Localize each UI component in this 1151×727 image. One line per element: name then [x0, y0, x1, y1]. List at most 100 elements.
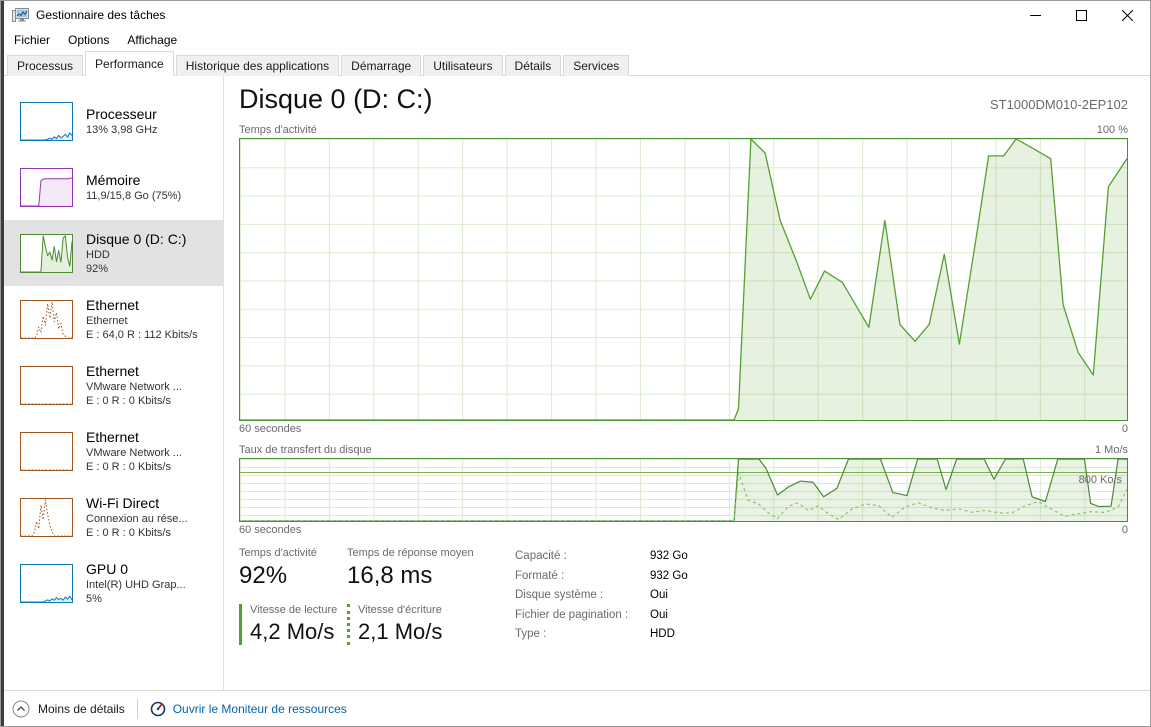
- sidebar-item-subtext: Intel(R) UHD Grap...: [86, 578, 186, 592]
- sidebar-item-memory[interactable]: Mémoire11,9/15,8 Go (75%): [1, 154, 223, 220]
- memory-sparkline: [20, 168, 73, 207]
- open-resource-monitor-label: Ouvrir le Moniteur de ressources: [173, 702, 347, 716]
- page-title: Disque 0 (D: C:): [239, 84, 433, 115]
- sidebar-item-text: GPU 0Intel(R) UHD Grap...5%: [86, 560, 186, 606]
- gpu0-sparkline: [20, 564, 73, 603]
- sidebar-item-disk0[interactable]: Disque 0 (D: C:)HDD92%: [1, 220, 223, 286]
- sidebar-item-subtext: 13% 3,98 GHz: [86, 123, 158, 137]
- sidebar-item-subtext: 11,9/15,8 Go (75%): [86, 189, 181, 203]
- transfer-chart-title: Taux de transfert du disque: [239, 444, 372, 456]
- disk-property-value: Oui: [650, 606, 688, 626]
- sidebar-item-text: EthernetEthernetE : 64,0 R : 112 Kbits/s: [86, 296, 198, 342]
- resource-monitor-icon: [150, 701, 166, 717]
- response-stat-value: 16,8 ms: [347, 562, 497, 590]
- sidebar-item-subtext: VMware Network ...: [86, 446, 182, 460]
- axis-right-label: 0: [1122, 423, 1128, 435]
- write-speed-label: Vitesse d'écriture: [358, 604, 497, 616]
- sidebar-item-title: Processeur: [86, 105, 158, 123]
- tab-historique-des-applications[interactable]: Historique des applications: [176, 55, 339, 76]
- disk-property-label: Capacité :: [515, 547, 650, 567]
- write-speed-value: 2,1 Mo/s: [358, 619, 497, 645]
- wifi-direct-sparkline: [20, 498, 73, 537]
- less-details-button[interactable]: Moins de détails: [12, 700, 125, 718]
- ethernet-3-sparkline: [20, 432, 73, 471]
- write-speed-stat: Vitesse d'écriture 2,1 Mo/s: [347, 604, 497, 645]
- disk-stats: Temps d'activité 92% Temps de réponse mo…: [239, 547, 1128, 645]
- ethernet-2-sparkline: [20, 366, 73, 405]
- close-button[interactable]: [1104, 1, 1150, 29]
- sidebar-item-text: Processeur13% 3,98 GHz: [86, 105, 158, 137]
- status-bar: Moins de détails Ouvrir le Moniteur de r…: [1, 690, 1150, 727]
- menu-item-affichage[interactable]: Affichage: [118, 31, 186, 49]
- disk-property-value: Oui: [650, 586, 688, 606]
- footer-divider: [137, 699, 138, 719]
- sidebar-item-title: Ethernet: [86, 362, 182, 380]
- tab-d-tails[interactable]: Détails: [505, 55, 562, 76]
- disk-property-label: Formaté :: [515, 567, 650, 587]
- tab-utilisateurs[interactable]: Utilisateurs: [423, 55, 502, 76]
- disk-property-label: Disque système :: [515, 586, 650, 606]
- sidebar-item-subtext: 92%: [86, 262, 186, 276]
- disk-property-value: HDD: [650, 625, 688, 645]
- title-bar: Gestionnaire des tâches: [1, 1, 1150, 29]
- sidebar-item-ethernet-3[interactable]: EthernetVMware Network ...E : 0 R : 0 Kb…: [1, 418, 223, 484]
- sidebar-item-subtext: Ethernet: [86, 314, 198, 328]
- sidebar-item-wifi-direct[interactable]: Wi-Fi DirectConnexion au rése...E : 0 R …: [1, 484, 223, 550]
- sidebar-item-text: Disque 0 (D: C:)HDD92%: [86, 230, 186, 276]
- maximize-button[interactable]: [1058, 1, 1104, 29]
- axis-right-label: 0: [1122, 524, 1128, 536]
- window-title: Gestionnaire des tâches: [36, 8, 165, 22]
- disk-property-label: Type :: [515, 625, 650, 645]
- sidebar-item-subtext: E : 0 R : 0 Kbits/s: [86, 460, 182, 474]
- sidebar-item-subtext: VMware Network ...: [86, 380, 182, 394]
- window-controls: [1012, 1, 1150, 29]
- task-manager-window: Gestionnaire des tâches FichierOptionsAf…: [0, 0, 1151, 727]
- sidebar-item-title: GPU 0: [86, 560, 186, 578]
- task-manager-icon: [12, 7, 29, 23]
- disk-transfer-chart: 800 Ko/s: [239, 458, 1128, 522]
- sidebar-item-ethernet-2[interactable]: EthernetVMware Network ...E : 0 R : 0 Kb…: [1, 352, 223, 418]
- sidebar-item-subtext: Connexion au rése...: [86, 512, 188, 526]
- read-speed-value: 4,2 Mo/s: [250, 619, 347, 645]
- tab-d-marrage[interactable]: Démarrage: [341, 55, 421, 76]
- activity-stat-label: Temps d'activité: [239, 547, 347, 559]
- performance-sidebar: Processeur13% 3,98 GHz Mémoire11,9/15,8 G…: [1, 76, 224, 690]
- response-stat-label: Temps de réponse moyen: [347, 547, 497, 559]
- less-details-label: Moins de détails: [38, 702, 125, 716]
- disk-property-value: 932 Go: [650, 567, 688, 587]
- tab-services[interactable]: Services: [563, 55, 629, 76]
- tab-strip: ProcessusPerformanceHistorique des appli…: [1, 51, 1150, 76]
- menu-item-options[interactable]: Options: [59, 31, 118, 49]
- sidebar-item-cpu[interactable]: Processeur13% 3,98 GHz: [1, 88, 223, 154]
- sidebar-item-subtext: 5%: [86, 592, 186, 606]
- response-stat: Temps de réponse moyen 16,8 ms: [347, 547, 497, 590]
- background-window-edge: [1, 1, 4, 726]
- transfer-chart-axis: 60 secondes 0: [239, 524, 1128, 536]
- disk0-sparkline: [20, 234, 73, 273]
- open-resource-monitor-link[interactable]: Ouvrir le Moniteur de ressources: [150, 701, 347, 717]
- disk-activity-chart: [239, 138, 1128, 421]
- transfer-chart-max: 1 Mo/s: [1095, 444, 1128, 456]
- disk-properties: Capacité :932 GoFormaté :932 GoDisque sy…: [515, 547, 688, 645]
- sidebar-item-subtext: E : 0 R : 0 Kbits/s: [86, 394, 182, 408]
- menu-bar: FichierOptionsAffichage: [1, 29, 1150, 51]
- read-speed-label: Vitesse de lecture: [250, 604, 347, 616]
- ethernet-1-sparkline: [20, 300, 73, 339]
- activity-chart-header: Temps d'activité 100 %: [239, 124, 1128, 136]
- activity-chart-max: 100 %: [1097, 124, 1128, 136]
- minimize-button[interactable]: [1012, 1, 1058, 29]
- chevron-up-circle-icon: [12, 700, 30, 718]
- sidebar-item-ethernet-1[interactable]: EthernetEthernetE : 64,0 R : 112 Kbits/s: [1, 286, 223, 352]
- sidebar-item-gpu0[interactable]: GPU 0Intel(R) UHD Grap...5%: [1, 550, 223, 616]
- axis-left-label: 60 secondes: [239, 524, 301, 536]
- tab-processus[interactable]: Processus: [7, 55, 83, 76]
- tab-performance[interactable]: Performance: [85, 51, 174, 76]
- sidebar-item-subtext: E : 0 R : 0 Kbits/s: [86, 526, 188, 540]
- transfer-chart-header: Taux de transfert du disque 1 Mo/s: [239, 444, 1128, 456]
- axis-left-label: 60 secondes: [239, 423, 301, 435]
- disk-property-value: 932 Go: [650, 547, 688, 567]
- menu-item-fichier[interactable]: Fichier: [5, 31, 59, 49]
- transfer-800-label: 800 Ko/s: [1079, 474, 1122, 486]
- sidebar-item-text: EthernetVMware Network ...E : 0 R : 0 Kb…: [86, 428, 182, 474]
- cpu-sparkline: [20, 102, 73, 141]
